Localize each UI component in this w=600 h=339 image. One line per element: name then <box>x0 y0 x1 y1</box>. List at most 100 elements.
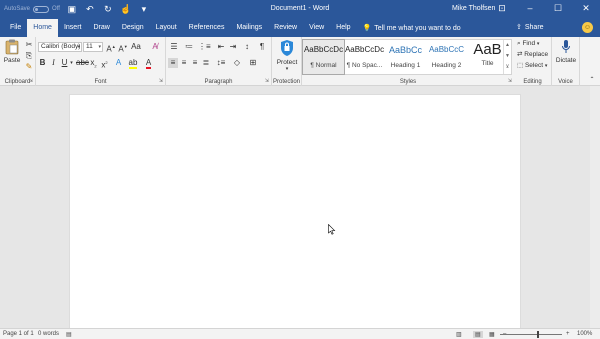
tab-insert[interactable]: Insert <box>58 19 88 37</box>
web-layout-icon[interactable]: ▦ <box>489 331 495 338</box>
shrink-font-icon[interactable]: A▼ <box>118 42 128 55</box>
tab-references[interactable]: References <box>183 19 231 37</box>
numbering-icon[interactable]: ≔ <box>183 42 195 52</box>
chevron-down-icon: ▾ <box>285 66 289 72</box>
tab-layout[interactable]: Layout <box>150 19 183 37</box>
tell-me-search[interactable]: 💡 Tell me what you want to do <box>363 24 461 33</box>
save-icon[interactable]: ▣ <box>66 3 78 15</box>
touch-mode-icon[interactable]: ☝ <box>120 3 132 15</box>
sort-icon[interactable]: ↕ <box>242 42 252 52</box>
style-name: Heading 1 <box>390 62 421 69</box>
borders-icon[interactable]: ⊞ <box>248 58 258 68</box>
maximize-icon[interactable]: ☐ <box>552 3 564 14</box>
find-button[interactable]: ⌕ Find ▾ <box>517 39 551 49</box>
proofing-icon[interactable]: ▤ <box>66 331 72 338</box>
page-count[interactable]: Page 1 of 1 <box>3 331 34 337</box>
tab-view[interactable]: View <box>303 19 330 37</box>
shading-icon[interactable]: ◇ <box>232 58 242 68</box>
superscript-icon[interactable]: x2 <box>100 58 109 71</box>
styles-launcher-icon[interactable]: ⇲ <box>508 78 512 84</box>
font-launcher-icon[interactable]: ⇲ <box>159 78 163 84</box>
font-size-select[interactable]: 11 ▾ <box>83 42 103 52</box>
paste-button[interactable]: Paste <box>2 39 22 64</box>
text-effects-icon[interactable]: A <box>114 58 123 68</box>
strikethrough-icon[interactable]: abc <box>76 58 89 68</box>
shield-icon <box>281 40 293 56</box>
justify-icon[interactable]: ≣ <box>201 58 211 68</box>
ribbon-display-options-icon[interactable]: ⊡ <box>496 3 508 14</box>
undo-icon[interactable]: ↶ <box>84 3 96 15</box>
tab-help[interactable]: Help <box>330 19 356 37</box>
autosave-toggle[interactable]: AutoSave Off <box>4 5 60 13</box>
style-normal[interactable]: AaBbCcDc ¶ Normal <box>302 39 345 75</box>
italic-icon[interactable]: I <box>49 58 58 68</box>
redo-icon[interactable]: ↻ <box>102 3 114 15</box>
autosave-switch[interactable] <box>33 5 50 13</box>
user-name[interactable]: Mike Tholfsen <box>452 5 495 12</box>
change-case-icon[interactable]: Aa <box>131 42 141 52</box>
editing-group-label: Editing <box>523 79 542 85</box>
style-preview: AaBbCcDc <box>303 45 344 54</box>
chevron-down-icon[interactable]: ▾ <box>69 58 74 68</box>
font-color-icon[interactable]: A <box>144 58 153 69</box>
format-painter-icon[interactable]: ✎ <box>24 62 34 72</box>
copy-icon[interactable]: ⎘ <box>24 51 34 61</box>
minimize-icon[interactable]: – <box>524 3 536 14</box>
font-name-select[interactable]: Calibri (Body) ▾ <box>38 42 82 52</box>
replace-button[interactable]: ⇄ Replace <box>517 50 551 60</box>
align-center-icon[interactable]: ≡ <box>179 58 189 68</box>
highlight-icon[interactable]: ab <box>128 58 138 69</box>
style-no-spacing[interactable]: AaBbCcDc ¶ No Spac... <box>344 40 385 74</box>
decrease-indent-icon[interactable]: ⇤ <box>216 42 226 52</box>
clipboard-launcher-icon[interactable]: ⇲ <box>29 78 33 84</box>
multilevel-list-icon[interactable]: ⋮≡ <box>198 42 211 52</box>
word-count[interactable]: 0 words <box>38 331 59 337</box>
style-name: ¶ No Spac... <box>346 62 383 69</box>
style-title[interactable]: AaB Title <box>467 40 508 74</box>
underline-icon[interactable]: U <box>60 58 69 68</box>
protect-button[interactable]: Protect ▾ <box>274 39 300 72</box>
dictate-button[interactable]: Dictate <box>553 39 579 64</box>
close-icon[interactable]: ✕ <box>580 3 592 14</box>
increase-indent-icon[interactable]: ⇥ <box>228 42 238 52</box>
read-mode-icon[interactable]: ▥ <box>456 331 462 338</box>
bold-icon[interactable]: B <box>38 58 47 68</box>
show-formatting-icon[interactable]: ¶ <box>257 42 267 52</box>
collapse-ribbon-icon[interactable]: ⌃ <box>588 75 596 85</box>
more-styles-icon[interactable]: ⊻ <box>504 62 511 73</box>
autosave-label: AutoSave <box>4 6 31 12</box>
grow-font-icon[interactable]: A▲ <box>106 42 116 55</box>
tab-home[interactable]: Home <box>27 19 58 37</box>
zoom-level[interactable]: 100% <box>577 331 592 337</box>
tab-review[interactable]: Review <box>268 19 303 37</box>
zoom-in-icon[interactable]: + <box>566 331 570 337</box>
protection-group-label: Protection <box>272 79 300 85</box>
style-preview: AaBbCc <box>388 45 423 55</box>
style-heading-2[interactable]: AaBbCcC Heading 2 <box>426 40 467 74</box>
bullets-icon[interactable]: ☰ <box>168 42 180 52</box>
tell-me-text: Tell me what you want to do <box>374 24 461 32</box>
select-button[interactable]: ⬚ Select ▾ <box>517 61 551 71</box>
feedback-smiley-icon[interactable]: ☺ <box>582 22 593 33</box>
tab-mailings[interactable]: Mailings <box>230 19 268 37</box>
tab-draw[interactable]: Draw <box>87 19 115 37</box>
zoom-slider[interactable] <box>500 334 562 335</box>
share-button[interactable]: ⇪ Share <box>516 23 544 32</box>
tab-design[interactable]: Design <box>116 19 150 37</box>
line-spacing-icon[interactable]: ↕≡ <box>215 58 227 68</box>
zoom-slider-thumb[interactable] <box>537 331 539 338</box>
tab-file[interactable]: File <box>4 19 27 37</box>
paragraph-launcher-icon[interactable]: ⇲ <box>265 78 269 84</box>
subscript-icon[interactable]: x2 <box>89 58 98 72</box>
customize-qat-icon[interactable]: ▾ <box>138 3 150 15</box>
style-heading-1[interactable]: AaBbCc Heading 1 <box>385 40 426 74</box>
document-page[interactable] <box>69 94 521 339</box>
align-left-icon[interactable]: ≡ <box>168 58 178 68</box>
print-layout-icon[interactable]: ▤ <box>473 331 483 338</box>
cut-icon[interactable]: ✂ <box>24 40 34 50</box>
vertical-scrollbar[interactable] <box>590 86 600 328</box>
chevron-up-icon[interactable]: ▲ <box>504 40 511 51</box>
clear-formatting-icon[interactable]: A̸ <box>150 42 160 52</box>
align-right-icon[interactable]: ≡ <box>190 58 200 68</box>
chevron-down-icon[interactable]: ▼ <box>504 51 511 62</box>
